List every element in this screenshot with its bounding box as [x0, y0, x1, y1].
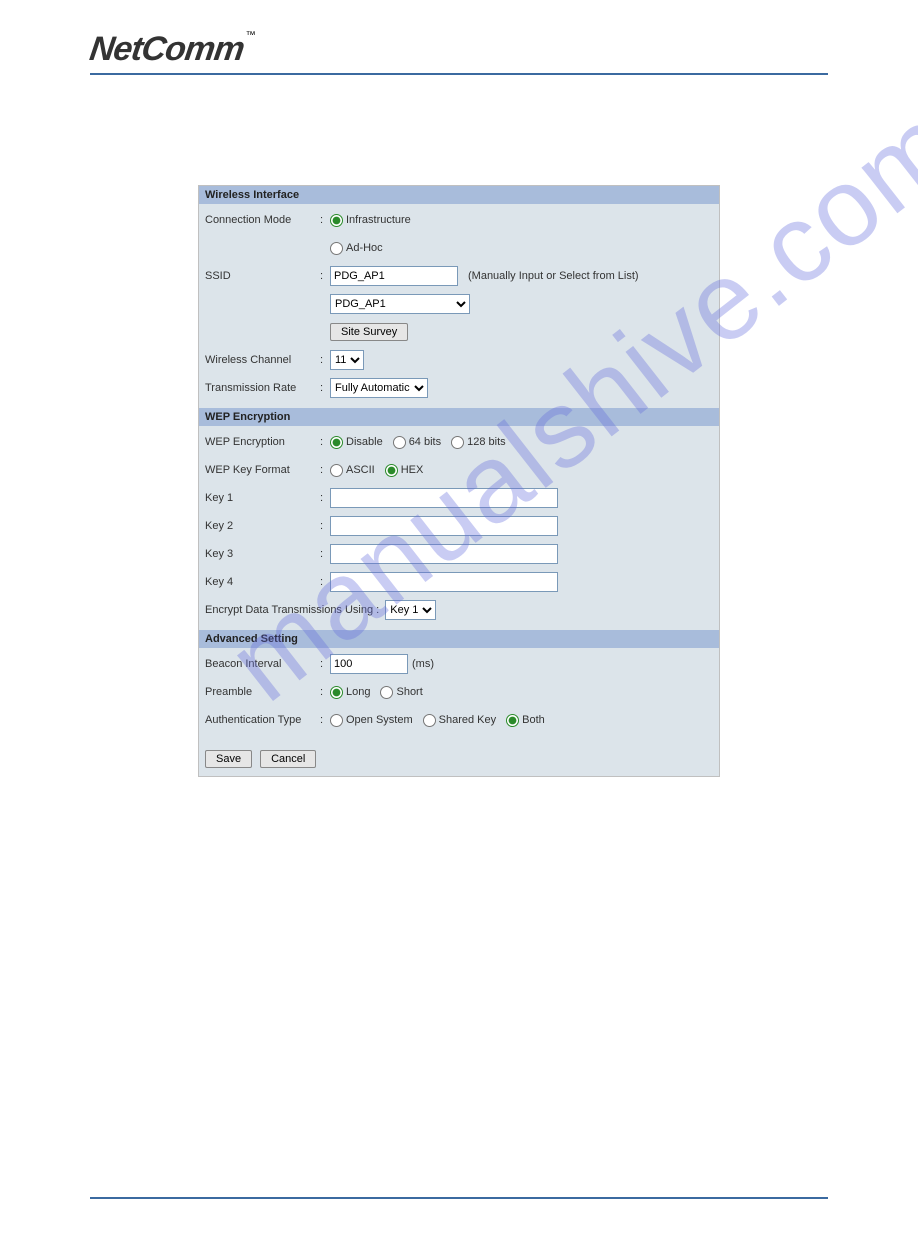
key2-label: Key 2 — [205, 520, 320, 532]
auth-open-system[interactable]: Open System — [330, 714, 413, 727]
key2-input[interactable] — [330, 516, 558, 536]
wep-encryption-label: WEP Encryption — [205, 436, 320, 448]
footer-divider — [90, 1197, 828, 1199]
wep-hex[interactable]: HEX — [385, 464, 424, 477]
ssid-hint: (Manually Input or Select from List) — [468, 270, 639, 282]
wep-128bits[interactable]: 128 bits — [451, 436, 506, 449]
brand-logo: NetComm — [87, 30, 246, 69]
wep-64bits[interactable]: 64 bits — [393, 436, 441, 449]
transmission-rate-select[interactable]: Fully Automatic — [330, 378, 428, 398]
brand-tm: ™ — [246, 30, 256, 41]
radio-infrastructure[interactable] — [330, 214, 343, 227]
preamble-short[interactable]: Short — [380, 686, 422, 699]
key4-label: Key 4 — [205, 576, 320, 588]
save-button[interactable]: Save — [205, 750, 252, 768]
key3-label: Key 3 — [205, 548, 320, 560]
wireless-channel-label: Wireless Channel — [205, 354, 320, 366]
key1-label: Key 1 — [205, 492, 320, 504]
transmission-rate-label: Transmission Rate — [205, 382, 320, 394]
wep-key-format-label: WEP Key Format — [205, 464, 320, 476]
beacon-interval-input[interactable] — [330, 654, 408, 674]
auth-both[interactable]: Both — [506, 714, 545, 727]
connection-mode-adhoc[interactable]: Ad-Hoc — [330, 242, 383, 255]
preamble-long[interactable]: Long — [330, 686, 370, 699]
settings-panel: Wireless Interface Connection Mode : Inf… — [198, 185, 720, 777]
connection-mode-infrastructure[interactable]: Infrastructure — [330, 214, 411, 227]
ssid-label: SSID — [205, 270, 320, 282]
section-header-wireless: Wireless Interface — [199, 186, 719, 204]
preamble-label: Preamble — [205, 686, 320, 698]
header-bar: NetComm ™ — [90, 30, 828, 75]
wep-disable[interactable]: Disable — [330, 436, 383, 449]
beacon-interval-label: Beacon Interval — [205, 658, 320, 670]
auth-type-label: Authentication Type — [205, 714, 320, 726]
ssid-select[interactable]: PDG_AP1 — [330, 294, 470, 314]
beacon-interval-unit: (ms) — [412, 658, 434, 670]
radio-adhoc[interactable] — [330, 242, 343, 255]
key4-input[interactable] — [330, 572, 558, 592]
section-header-wep: WEP Encryption — [199, 408, 719, 426]
cancel-button[interactable]: Cancel — [260, 750, 316, 768]
wep-ascii[interactable]: ASCII — [330, 464, 375, 477]
site-survey-button[interactable]: Site Survey — [330, 323, 408, 341]
encrypt-using-label: Encrypt Data Transmissions Using : — [205, 604, 379, 616]
key3-input[interactable] — [330, 544, 558, 564]
section-header-advanced: Advanced Setting — [199, 630, 719, 648]
ssid-input[interactable] — [330, 266, 458, 286]
brand-name: NetComm — [87, 30, 246, 68]
encrypt-using-select[interactable]: Key 1 — [385, 600, 436, 620]
wireless-channel-select[interactable]: 11 — [330, 350, 364, 370]
connection-mode-label: Connection Mode — [205, 214, 320, 226]
auth-shared-key[interactable]: Shared Key — [423, 714, 496, 727]
key1-input[interactable] — [330, 488, 558, 508]
